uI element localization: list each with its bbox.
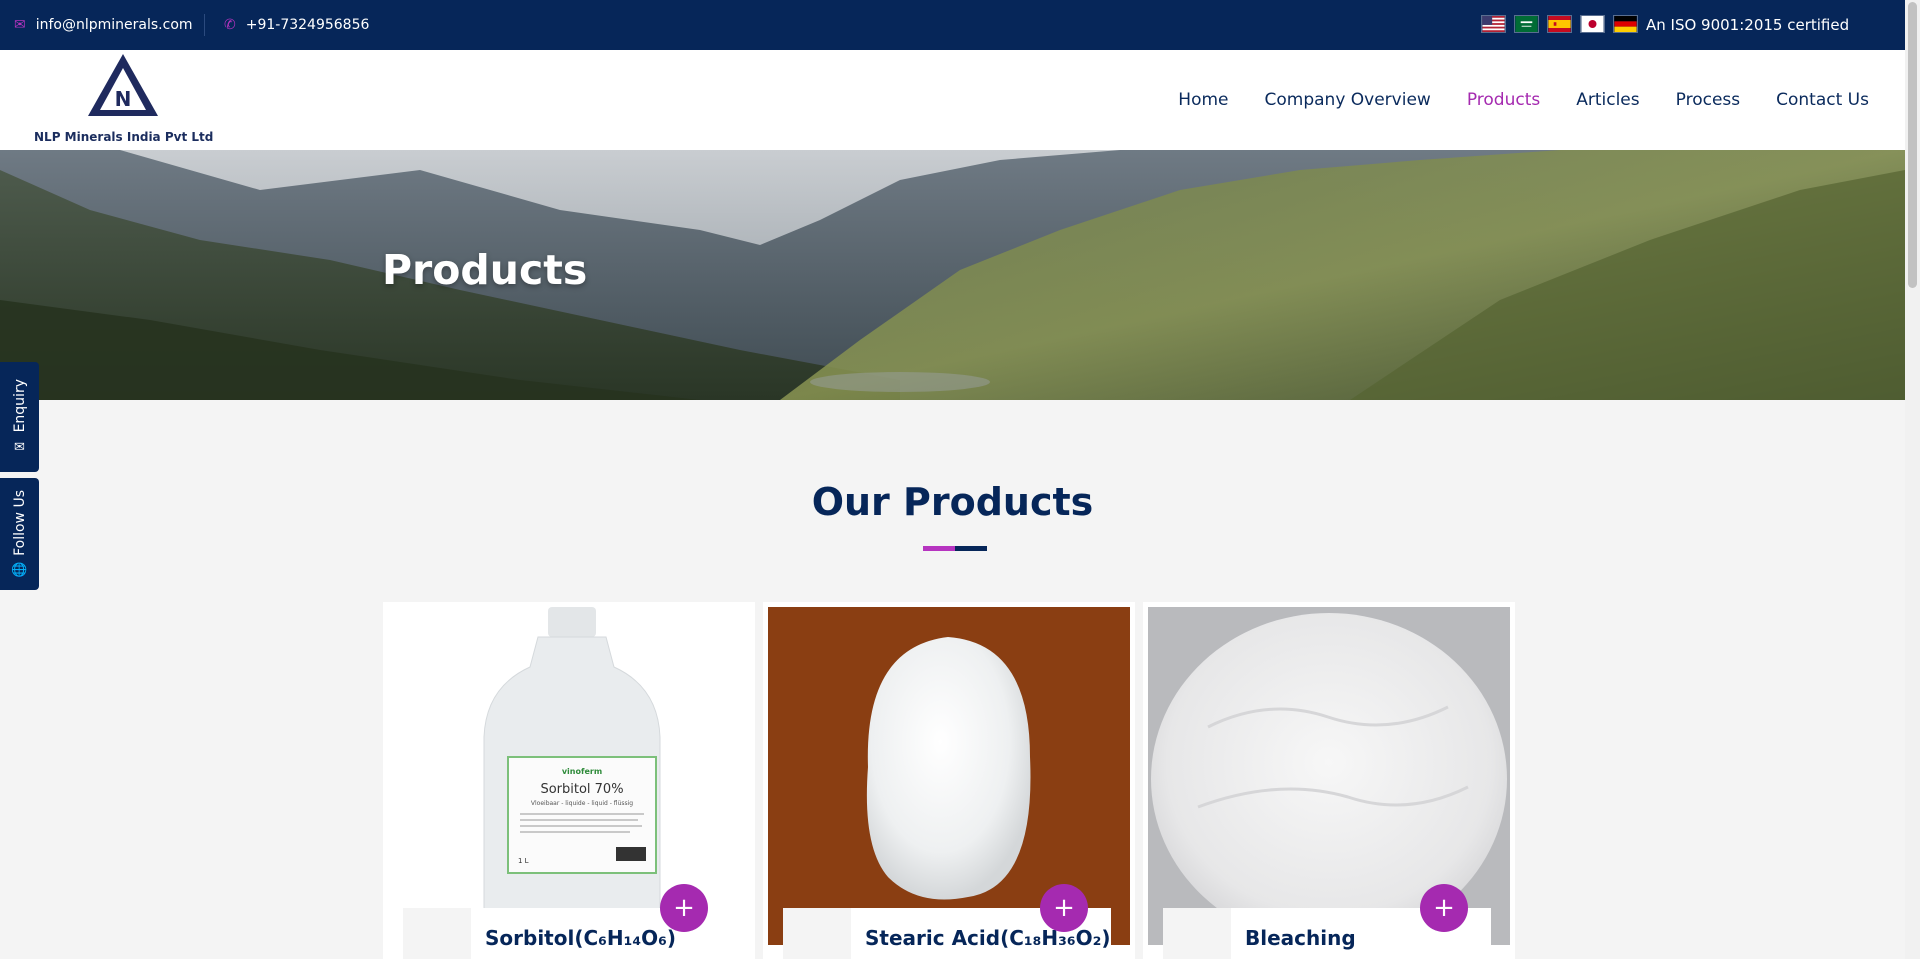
email-text[interactable]: info@nlpminerals.com	[36, 17, 193, 33]
main-nav: Home Company Overview Products Articles …	[1178, 50, 1869, 150]
nav-process[interactable]: Process	[1676, 90, 1741, 110]
expand-plus-button[interactable]: +	[1040, 884, 1088, 932]
language-flags	[1481, 15, 1638, 33]
iso-certification-text: An ISO 9001:2015 certified company	[1646, 16, 1850, 84]
envelope-icon: ✉	[14, 440, 25, 456]
top-bar: ✉ info@nlpminerals.com ✆ +91-7324956856 …	[0, 0, 1905, 84]
label-subtitle: Vloeibaar - liquide - liquid - flüssig	[531, 800, 633, 807]
card-tab-stub	[403, 908, 471, 959]
site-header: N NLP Minerals India Pvt Ltd Home Compan…	[0, 50, 1905, 150]
envelope-icon: ✉	[14, 17, 26, 33]
logo-triangle-icon: N	[88, 54, 158, 116]
section-title: Our Products	[811, 480, 1094, 524]
phone-icon: ✆	[224, 17, 236, 33]
card-tab-stub	[1163, 908, 1231, 959]
phone-text[interactable]: +91-7324956856	[246, 17, 370, 33]
expand-plus-button[interactable]: +	[660, 884, 708, 932]
label-size: 1 L	[518, 857, 529, 865]
saudi-flag-icon[interactable]	[1514, 15, 1539, 33]
card-tab-stub	[783, 908, 851, 959]
scrollbar-thumb[interactable]	[1908, 2, 1917, 288]
globe-icon: 🌐	[11, 563, 28, 579]
germany-flag-icon[interactable]	[1613, 15, 1638, 33]
label-product-name: Sorbitol 70%	[540, 782, 623, 797]
nav-home[interactable]: Home	[1178, 90, 1228, 110]
spain-flag-icon[interactable]	[1547, 15, 1572, 33]
email-contact[interactable]: ✉ info@nlpminerals.com	[14, 0, 193, 50]
nav-company-overview[interactable]: Company Overview	[1265, 90, 1431, 110]
enquiry-label: Enquiry	[11, 378, 28, 433]
underline-navy	[955, 546, 987, 551]
label-brand: vinoferm	[562, 767, 602, 776]
page-scrollbar[interactable]	[1905, 0, 1920, 959]
nav-products[interactable]: Products	[1467, 90, 1540, 110]
page-title: Products	[382, 246, 588, 294]
product-card-stearic-acid[interactable]: Stearic Acid(C₁₈H₃₆O₂) +	[763, 602, 1135, 959]
title-underline	[923, 546, 987, 551]
logo-letter: N	[115, 87, 132, 111]
company-logo[interactable]: N NLP Minerals India Pvt Ltd	[34, 54, 214, 146]
nav-articles[interactable]: Articles	[1576, 90, 1639, 110]
product-card-sorbitol[interactable]: vinoferm Sorbitol 70% Vloeibaar - liquid…	[383, 602, 755, 959]
japan-flag-icon[interactable]	[1580, 15, 1605, 33]
underline-accent	[923, 546, 955, 551]
phone-contact[interactable]: ✆ +91-7324956856	[224, 0, 369, 50]
hero-banner: Products	[0, 150, 1905, 400]
nav-contact-us[interactable]: Contact Us	[1776, 90, 1869, 110]
product-card-bleaching[interactable]: Bleaching +	[1143, 602, 1515, 959]
enquiry-side-tab[interactable]: Enquiry ✉	[0, 362, 39, 472]
divider	[204, 14, 205, 36]
company-name: NLP Minerals India Pvt Ltd	[34, 130, 214, 144]
us-flag-icon[interactable]	[1481, 15, 1506, 33]
expand-plus-button[interactable]: +	[1420, 884, 1468, 932]
mountain-landscape-image	[0, 150, 1905, 400]
